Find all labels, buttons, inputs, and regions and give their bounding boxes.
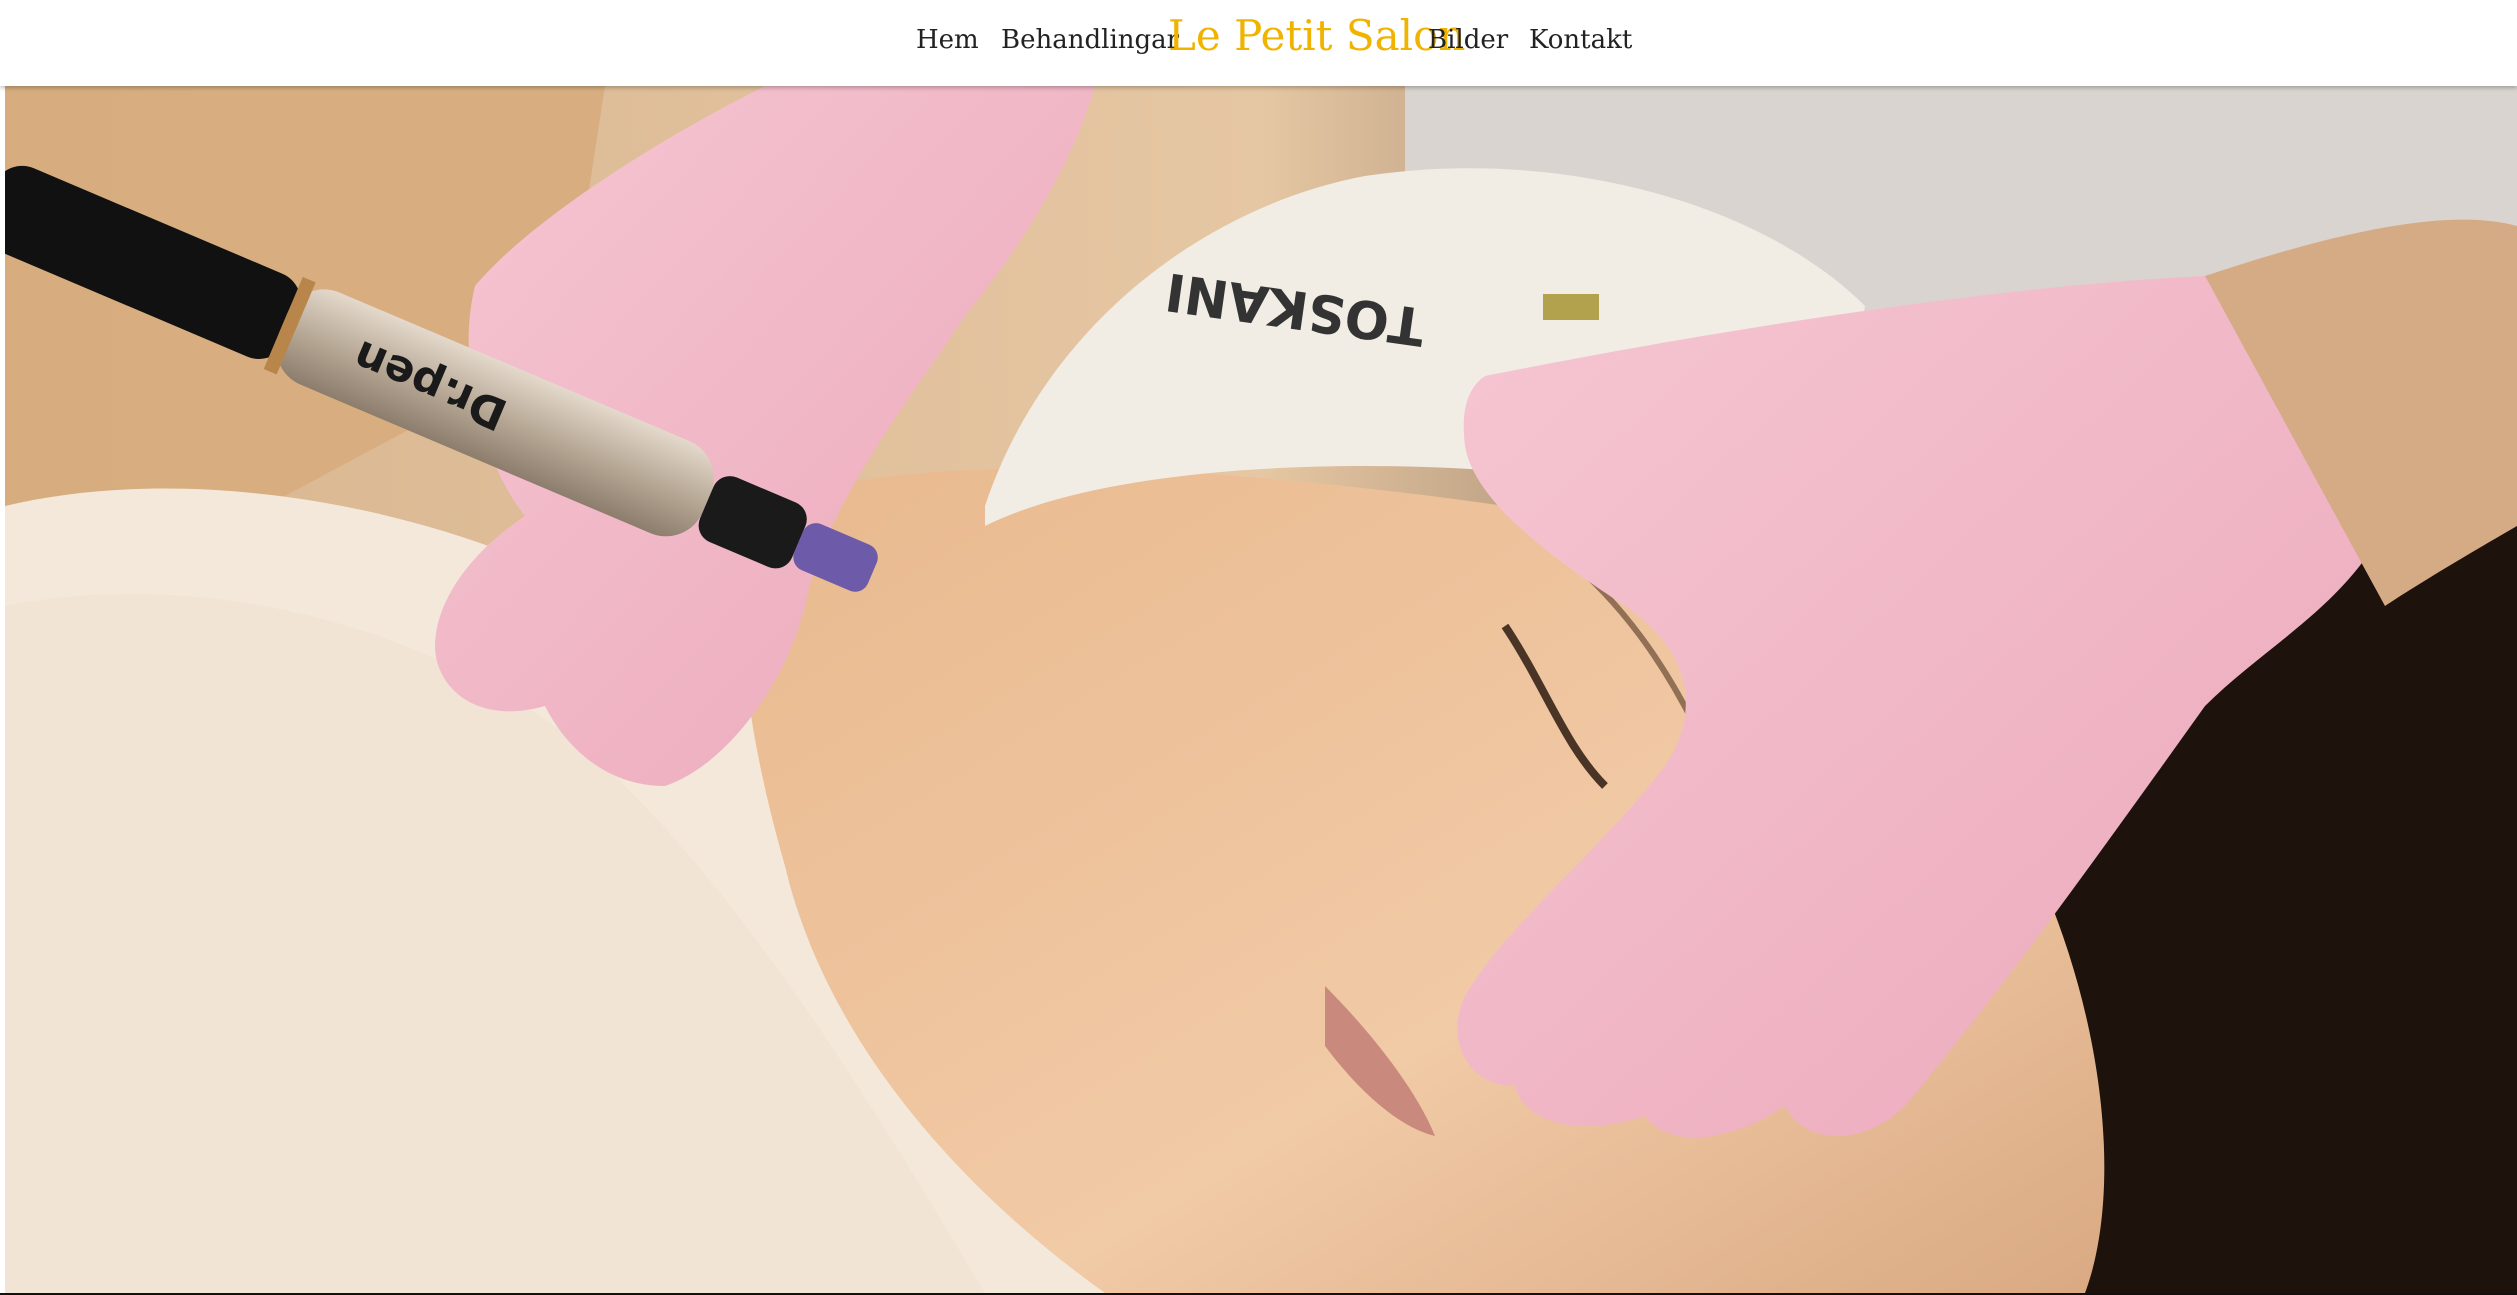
nav-link-hem[interactable]: Hem (916, 22, 979, 58)
site-logo[interactable]: Le Petit Salon (1168, 10, 1465, 62)
nav-link-kontakt[interactable]: Kontakt (1529, 22, 1632, 58)
hero-photo-illustration: TOSKANI Dr.pen (5, 86, 2517, 1293)
hero-image: TOSKANI Dr.pen (5, 86, 2517, 1293)
top-navigation: Hem Behandlingar Le Petit Salon Bilder K… (0, 0, 2517, 86)
nav-link-bilder[interactable]: Bilder (1428, 22, 1508, 58)
nav-link-behandlingar[interactable]: Behandlingar (1001, 22, 1179, 58)
